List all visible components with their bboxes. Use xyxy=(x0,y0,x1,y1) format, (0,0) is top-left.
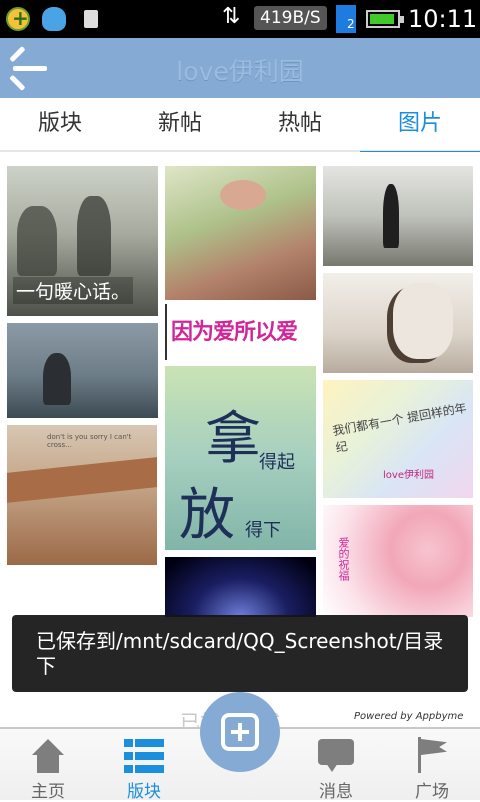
plus-app-icon xyxy=(6,6,30,31)
nav-boards-label: 版块 xyxy=(127,782,161,802)
image-caption: 得下 xyxy=(245,520,281,541)
clock: 10:11 xyxy=(408,5,478,33)
image-caption: 得起 xyxy=(259,452,295,473)
page-title: love伊利园 xyxy=(176,57,304,86)
image-thumbnail[interactable]: 我们都有一个 提回样的年纪 love伊利园 xyxy=(323,380,473,498)
tab-boards[interactable]: 版块 xyxy=(0,98,120,152)
image-thumbnail[interactable]: 拿 得起 放 得下 xyxy=(165,366,316,550)
nav-home[interactable]: 主页 xyxy=(0,729,96,802)
plus-icon xyxy=(221,713,259,751)
nav-messages-label: 消息 xyxy=(319,782,353,802)
image-thumbnail[interactable]: 因为爱所以爱 xyxy=(165,304,316,360)
image-thumbnail[interactable]: 一句暖心话。 xyxy=(7,166,158,316)
image-caption: 爱的祝福 xyxy=(337,537,350,581)
powered-by-label: Powered by Appbyme xyxy=(354,711,464,722)
image-caption: love伊利园 xyxy=(383,470,434,481)
tab-bar: 版块 新帖 热帖 图片 xyxy=(0,98,480,154)
net-speed: 419B/S xyxy=(254,6,327,30)
qq-icon xyxy=(42,7,66,31)
image-caption: don't is you sorry I can't cross... xyxy=(47,433,132,449)
data-transfer-icon: ⇅ xyxy=(222,4,241,29)
status-bar: ⇅ 419B/S 10:11 xyxy=(0,0,480,38)
image-thumbnail[interactable] xyxy=(323,166,473,266)
image-caption: 拿 xyxy=(205,407,261,472)
tab-new-posts[interactable]: 新帖 xyxy=(120,98,240,152)
image-thumbnail[interactable]: don't is you sorry I can't cross... xyxy=(7,425,157,565)
signal-icon xyxy=(336,5,356,33)
list-icon xyxy=(124,739,164,773)
image-thumbnail[interactable] xyxy=(165,557,316,617)
image-caption: 一句暖心话。 xyxy=(13,277,134,304)
image-caption: 我们都有一个 提回样的年纪 xyxy=(331,400,468,455)
compose-button[interactable] xyxy=(200,692,280,772)
image-caption: 因为爱所以爱 xyxy=(171,320,298,345)
image-caption: 放 xyxy=(179,483,235,548)
flag-icon xyxy=(418,737,450,773)
sd-card-icon xyxy=(84,10,98,28)
tab-images[interactable]: 图片 xyxy=(360,98,480,154)
nav-boards[interactable]: 版块 xyxy=(96,729,192,802)
nav-messages[interactable]: 消息 xyxy=(288,729,384,802)
toast-notification: 已保存到/mnt/sdcard/QQ_Screenshot/目录下 xyxy=(12,615,468,692)
home-icon xyxy=(30,739,66,773)
nav-square[interactable]: 广场 xyxy=(384,729,480,802)
tab-hot-posts[interactable]: 热帖 xyxy=(240,98,360,152)
image-thumbnail[interactable] xyxy=(165,166,316,300)
image-thumbnail[interactable] xyxy=(7,323,158,418)
title-bar: love伊利园 xyxy=(0,38,480,98)
battery-icon xyxy=(366,10,404,28)
image-thumbnail[interactable]: 爱的祝福 xyxy=(323,505,473,617)
image-thumbnail[interactable] xyxy=(323,273,473,373)
message-bubble-icon xyxy=(318,739,354,772)
nav-home-label: 主页 xyxy=(31,782,65,802)
nav-square-label: 广场 xyxy=(415,782,449,802)
